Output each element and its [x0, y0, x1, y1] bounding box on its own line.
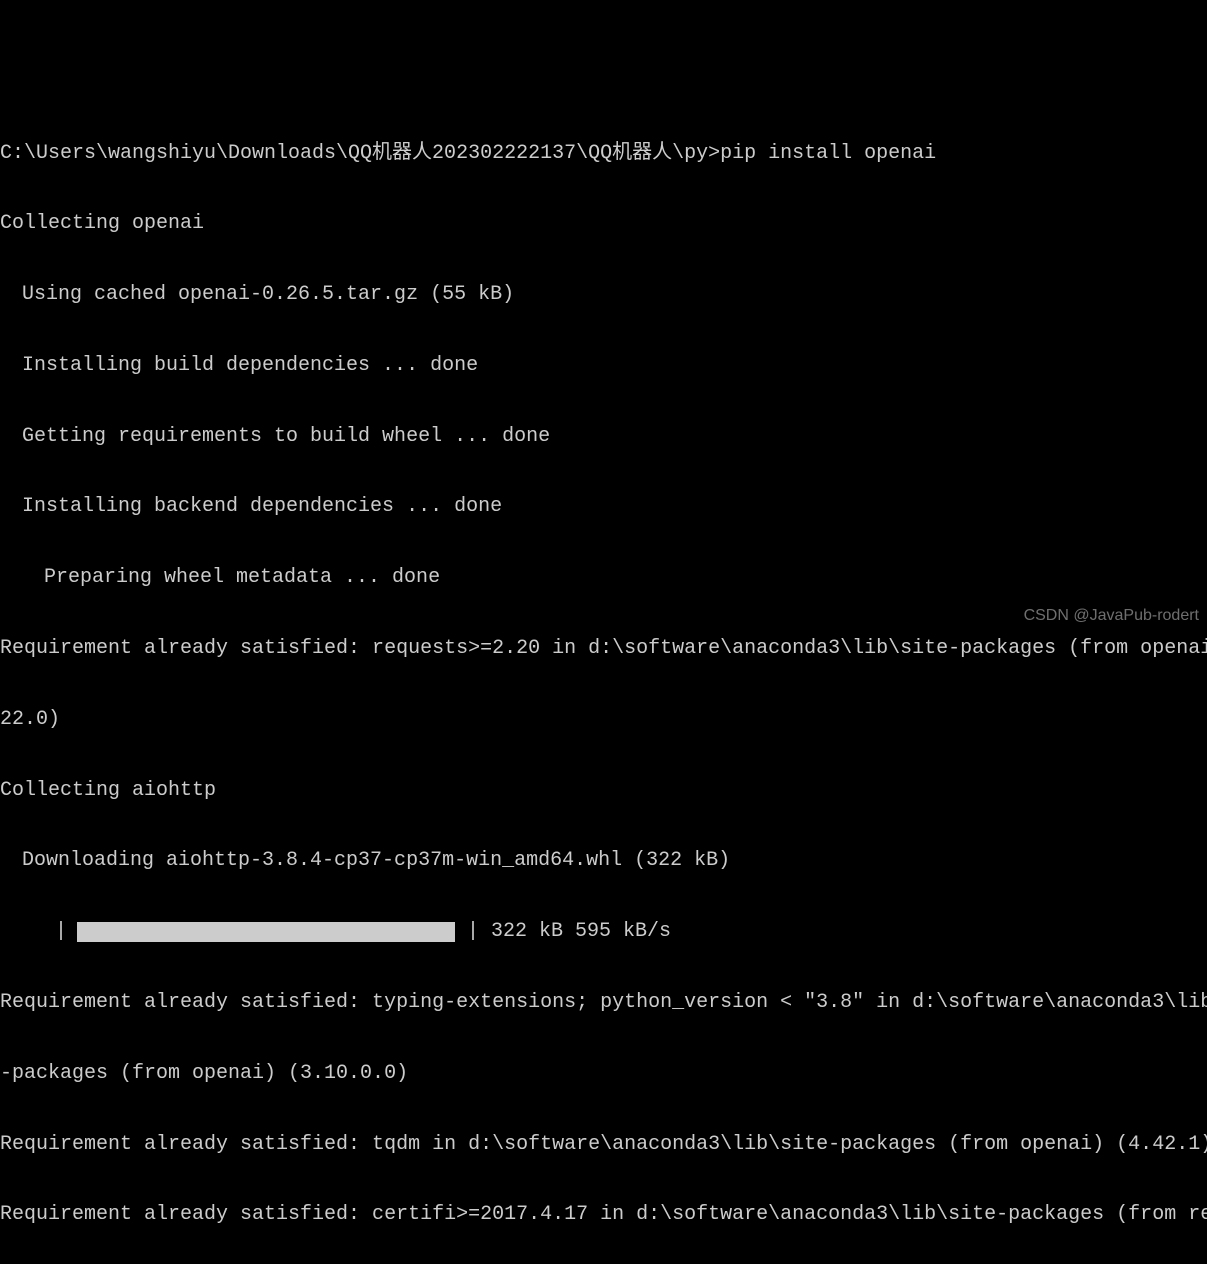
- output-line: Collecting openai: [0, 212, 1207, 236]
- watermark: CSDN @JavaPub-rodert: [1024, 607, 1199, 626]
- progress-line: | | 322 kB 595 kB/s: [0, 920, 1207, 944]
- output-line: Requirement already satisfied: certifi>=…: [0, 1203, 1207, 1227]
- prompt-line: C:\Users\wangshiyu\Downloads\QQ机器人202302…: [0, 142, 1207, 166]
- output-line: Requirement already satisfied: tqdm in d…: [0, 1133, 1207, 1157]
- output-line: Preparing wheel metadata ... done: [0, 566, 1207, 590]
- output-line: Installing build dependencies ... done: [0, 354, 1207, 378]
- progress-bar: [77, 922, 455, 942]
- output-line: Installing backend dependencies ... done: [0, 495, 1207, 519]
- terminal-output[interactable]: C:\Users\wangshiyu\Downloads\QQ机器人202302…: [0, 94, 1207, 1264]
- output-line: 22.0): [0, 708, 1207, 732]
- output-line: -packages (from openai) (3.10.0.0): [0, 1062, 1207, 1086]
- progress-status: | 322 kB 595 kB/s: [455, 920, 671, 944]
- output-line: Collecting aiohttp: [0, 779, 1207, 803]
- output-line: Requirement already satisfied: requests>…: [0, 637, 1207, 661]
- output-line: Getting requirements to build wheel ... …: [0, 425, 1207, 449]
- progress-pipe-left: |: [0, 920, 77, 944]
- output-line: Downloading aiohttp-3.8.4-cp37-cp37m-win…: [0, 849, 1207, 873]
- output-line: Using cached openai-0.26.5.tar.gz (55 kB…: [0, 283, 1207, 307]
- output-line: Requirement already satisfied: typing-ex…: [0, 991, 1207, 1015]
